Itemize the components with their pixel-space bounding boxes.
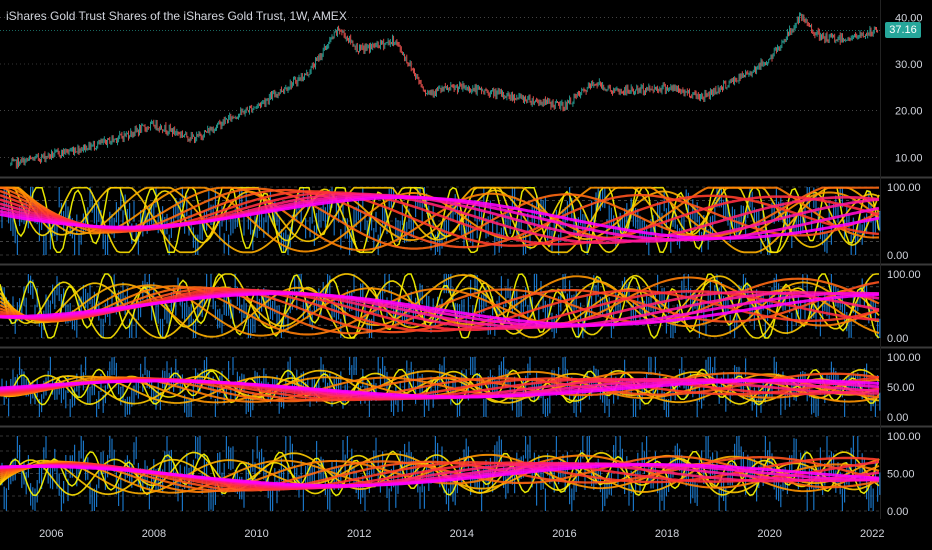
price-tick-label: 30.00: [895, 59, 923, 71]
price-tick-label: 10.00: [895, 152, 923, 164]
x-tick-label: 2006: [39, 528, 63, 540]
price-tick-label: 20.00: [895, 106, 923, 118]
osc-tick-label: 50.00: [887, 469, 915, 481]
x-tick-label: 2008: [142, 528, 166, 540]
x-tick-label: 2010: [244, 528, 268, 540]
chart-canvas[interactable]: 10.0020.0030.0040.000.00100.000.00100.00…: [0, 0, 932, 550]
x-tick-label: 2018: [655, 528, 679, 540]
osc-tick-label: 50.00: [887, 382, 915, 394]
last-price-badge: 37.16: [885, 22, 921, 38]
x-tick-label: 2020: [757, 528, 781, 540]
osc-tick-label: 0.00: [887, 250, 908, 262]
osc-ribbon: [0, 436, 881, 511]
osc-tick-label: 0.00: [887, 506, 908, 518]
osc-tick-label: 0.00: [887, 412, 908, 424]
chart-title: iShares Gold Trust Shares of the iShares…: [6, 9, 347, 23]
x-tick-label: 2022: [860, 528, 884, 540]
x-tick-label: 2014: [450, 528, 474, 540]
osc-tick-label: 100.00: [887, 269, 921, 281]
osc-tick-label: 100.00: [887, 182, 921, 194]
osc-tick-label: 100.00: [887, 431, 921, 443]
x-tick-label: 2016: [552, 528, 576, 540]
price-candles: [10, 12, 879, 169]
osc-ribbon: [0, 272, 881, 340]
x-tick-label: 2012: [347, 528, 371, 540]
osc-tick-label: 100.00: [887, 352, 921, 364]
osc-tick-label: 0.00: [887, 333, 908, 345]
